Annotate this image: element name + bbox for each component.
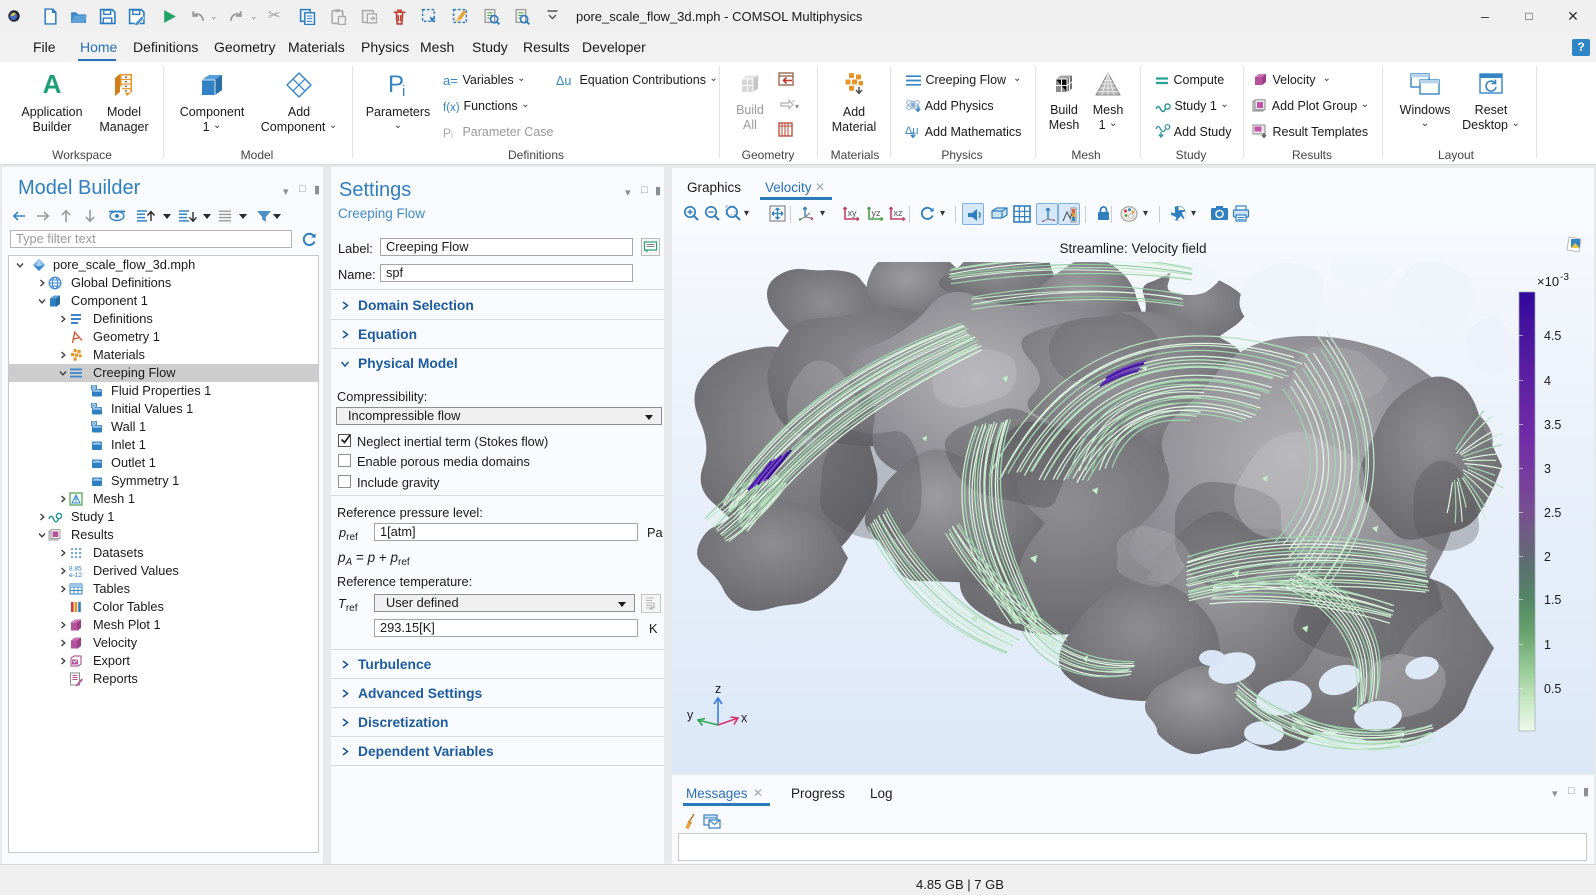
svg-text:-3: -3 — [1560, 272, 1569, 283]
svg-text:Streamline: Velocity field: Streamline: Velocity field — [1059, 241, 1206, 256]
svg-text:×10: ×10 — [1537, 274, 1559, 289]
svg-text:i: i — [402, 83, 405, 98]
svg-text:4: 4 — [1544, 374, 1551, 388]
svg-text:2: 2 — [1544, 550, 1551, 564]
svg-text:2.5: 2.5 — [1544, 506, 1561, 520]
svg-text:0.5: 0.5 — [1544, 682, 1561, 696]
svg-text:yz: yz — [872, 208, 882, 218]
svg-text:f(x): f(x) — [443, 102, 460, 113]
svg-text:D: D — [92, 421, 96, 427]
svg-text:A: A — [43, 72, 62, 98]
svg-text:1.5: 1.5 — [1544, 593, 1561, 607]
svg-text:4.5: 4.5 — [1544, 329, 1561, 343]
svg-text:x: x — [741, 711, 748, 725]
svg-text:a=: a= — [443, 74, 458, 87]
svg-text:▾: ▾ — [795, 102, 799, 111]
svg-text:e-12: e-12 — [69, 572, 82, 578]
svg-text:Δu: Δu — [556, 74, 571, 87]
svg-text:xz: xz — [894, 208, 904, 218]
svg-text:z: z — [715, 682, 721, 696]
svg-text:1: 1 — [1544, 638, 1551, 652]
svg-text:Pᵢ: Pᵢ — [443, 126, 453, 139]
svg-text:3.5: 3.5 — [1544, 418, 1561, 432]
svg-text:D: D — [92, 385, 96, 391]
svg-text:xy: xy — [848, 208, 858, 218]
svg-text:D: D — [92, 403, 96, 409]
svg-text:y: y — [687, 708, 694, 722]
svg-text:3: 3 — [1544, 462, 1551, 476]
